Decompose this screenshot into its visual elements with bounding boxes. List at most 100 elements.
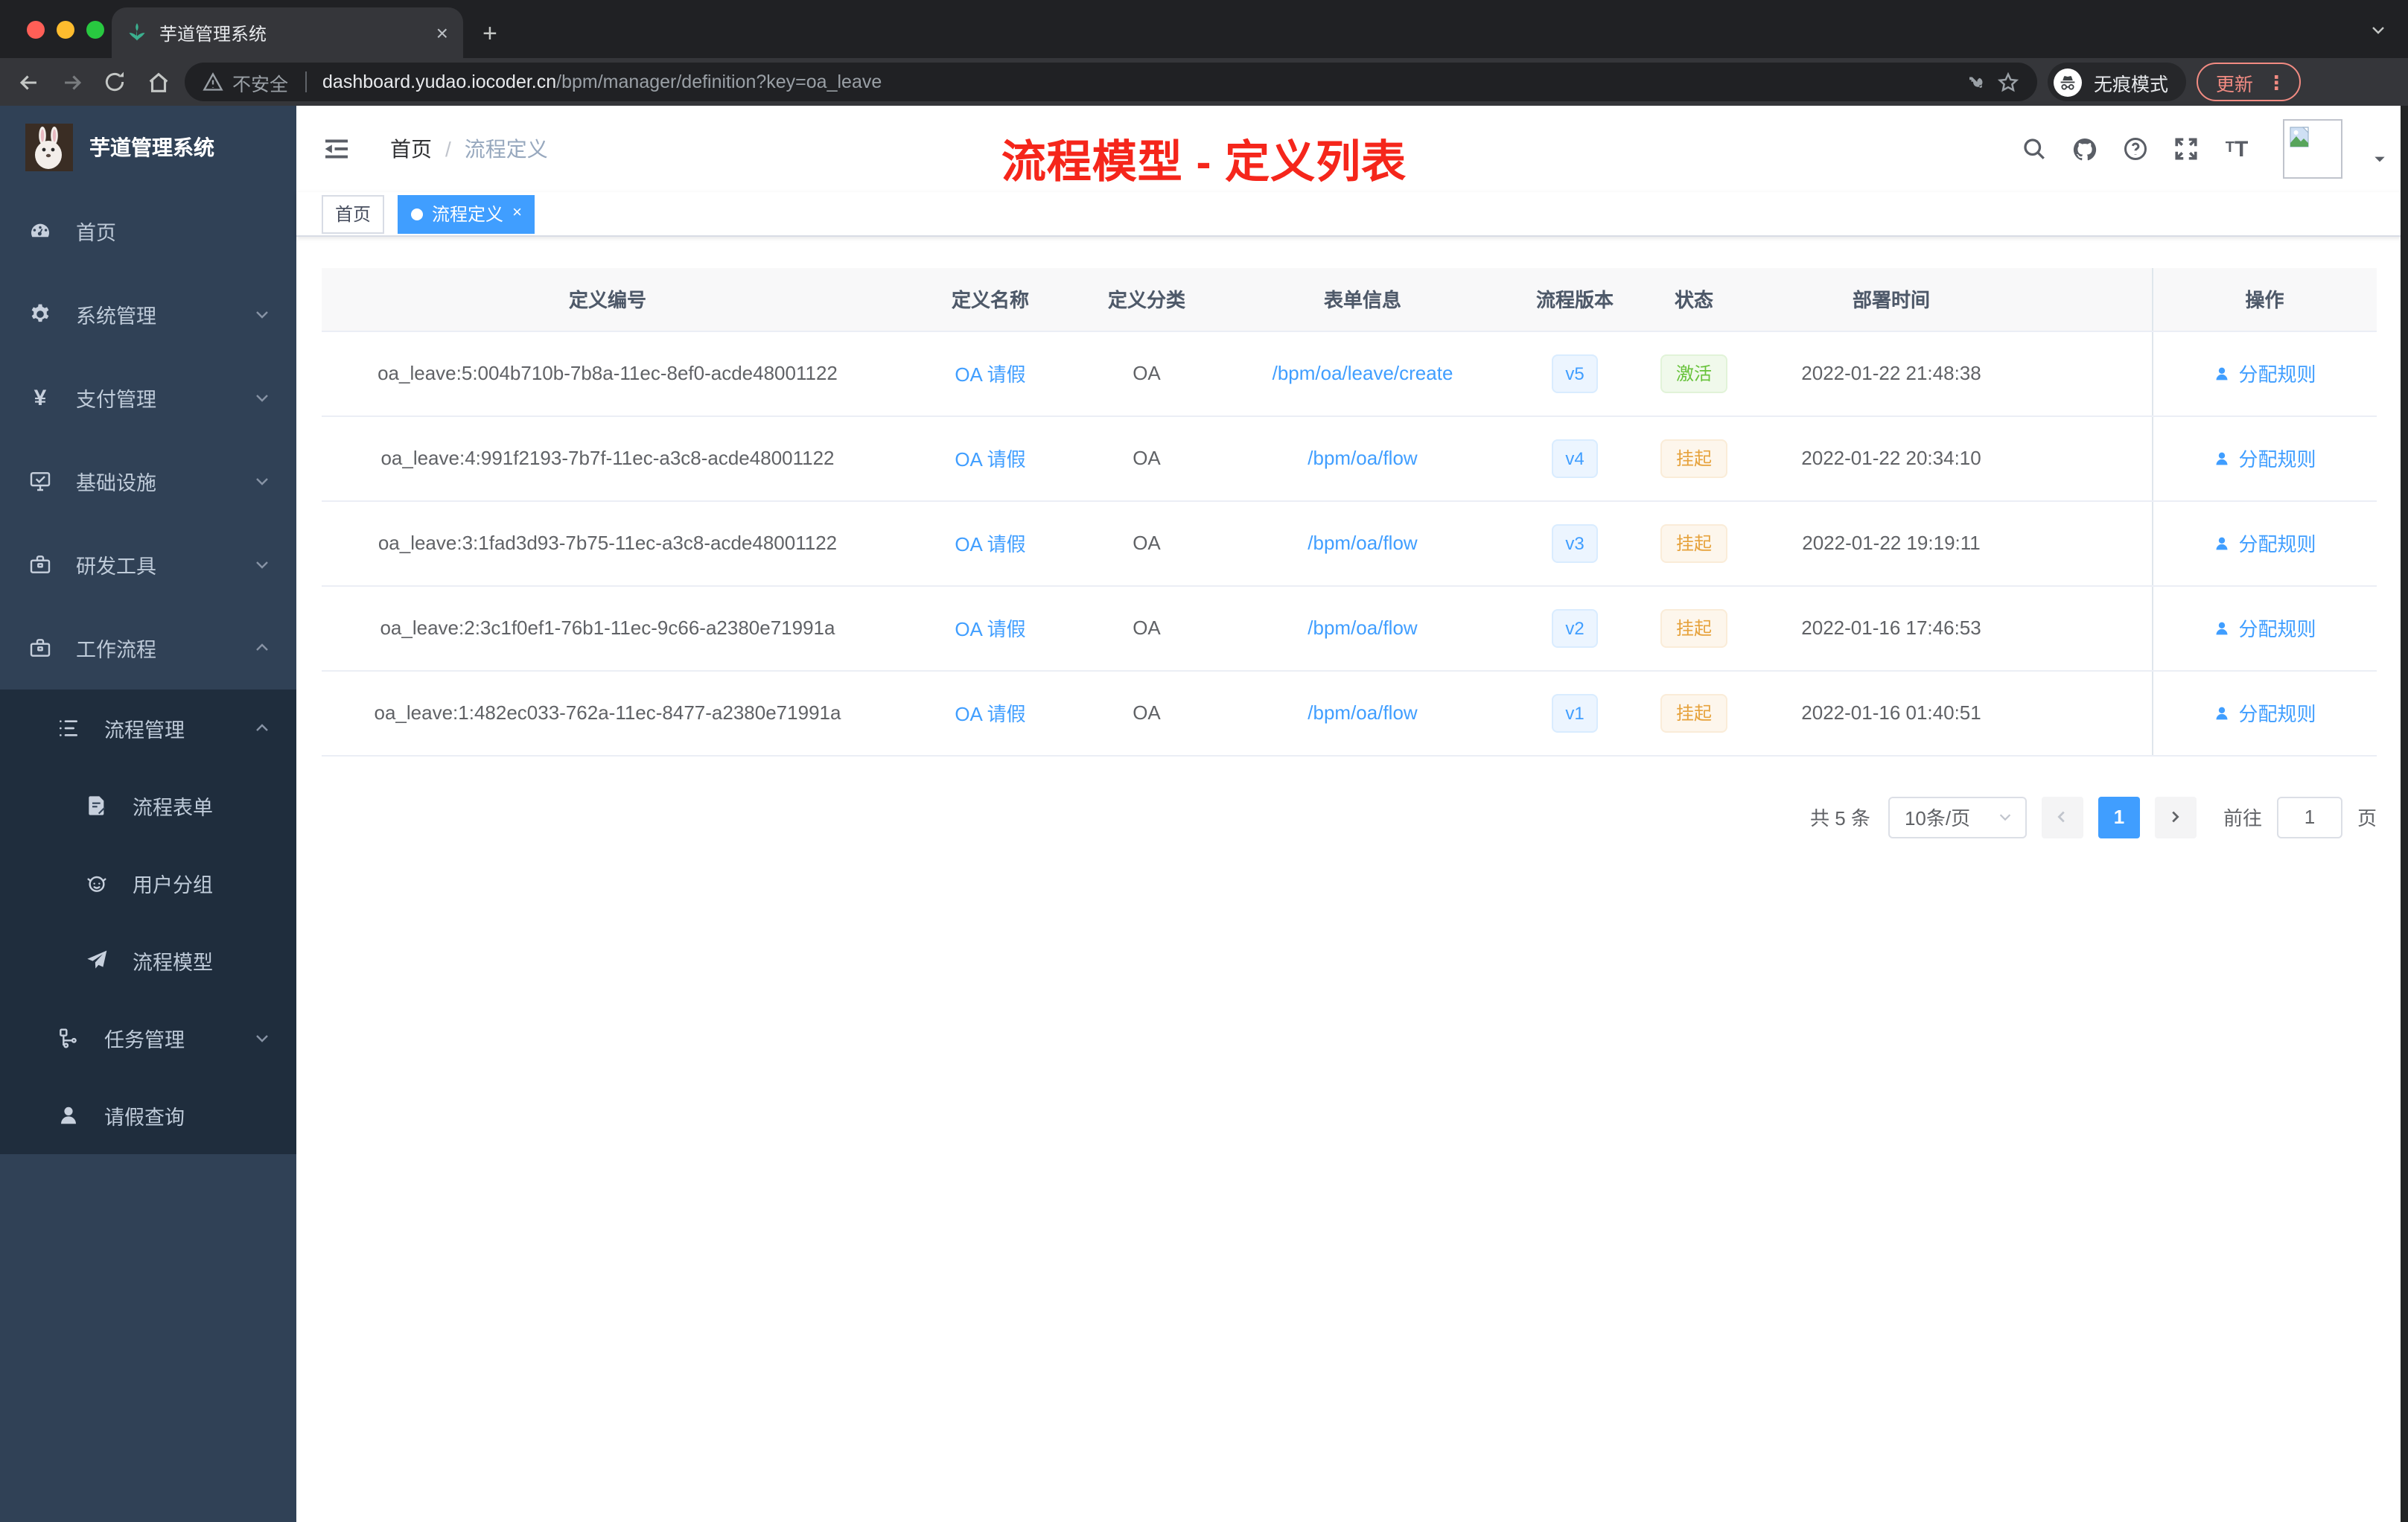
form-link[interactable]: /bpm/oa/flow	[1307, 447, 1417, 469]
forward-icon[interactable]	[55, 66, 88, 98]
page-number-button[interactable]: 1	[2098, 796, 2140, 838]
chevron-right-icon	[2173, 811, 2180, 823]
form-link[interactable]: /bpm/oa/leave/create	[1273, 362, 1453, 384]
browser-menu-dots-icon[interactable]: ⋮	[2267, 72, 2286, 92]
assign-rule-button[interactable]: 分配规则	[2213, 614, 2316, 642]
sidebar-item-leave-query[interactable]: 请假查询	[0, 1077, 296, 1154]
version-badge: v3	[1552, 523, 1598, 562]
new-tab-button[interactable]: +	[482, 21, 497, 46]
not-secure-label[interactable]: 不安全	[232, 68, 288, 96]
sidebar-item-label: 工作流程	[76, 639, 156, 661]
bookmark-star-icon[interactable]	[1997, 71, 2019, 93]
definition-name-link[interactable]: OA 请假	[955, 703, 1025, 725]
sidebar-item-label: 基础设施	[76, 472, 156, 494]
font-size-icon[interactable]: TT	[2223, 136, 2250, 162]
monitor-icon	[28, 469, 52, 493]
definition-name-link[interactable]: OA 请假	[955, 448, 1025, 471]
browser-tab[interactable]: 芋道管理系统 ×	[112, 7, 463, 58]
assign-rule-button[interactable]: 分配规则	[2213, 529, 2316, 557]
assign-rule-button[interactable]: 分配规则	[2213, 444, 2316, 472]
sidebar-item-task-management[interactable]: 任务管理	[0, 999, 296, 1077]
close-tab-icon[interactable]: ×	[436, 22, 448, 43]
fullscreen-icon[interactable]	[2173, 136, 2200, 162]
assign-rule-button[interactable]: 分配规则	[2213, 359, 2316, 387]
assign-rule-button[interactable]: 分配规则	[2213, 698, 2316, 727]
password-key-icon[interactable]	[1966, 71, 1988, 93]
chevron-down-icon	[253, 555, 271, 573]
org-tree-icon	[57, 1026, 80, 1050]
maximize-window-button[interactable]	[86, 21, 104, 39]
definition-name-link[interactable]: OA 请假	[955, 618, 1025, 640]
definition-name-link[interactable]: OA 请假	[955, 363, 1025, 386]
sidebar-item-process-management[interactable]: 流程管理	[0, 690, 296, 767]
sidebar-item-system[interactable]: 系统管理	[0, 273, 296, 356]
definition-id: oa_leave:1:482ec033-762a-11ec-8477-a2380…	[322, 670, 894, 756]
tag-process-definition[interactable]: 流程定义 ×	[398, 194, 535, 233]
form-link[interactable]: /bpm/oa/flow	[1307, 617, 1417, 639]
chevron-up-icon	[253, 639, 271, 657]
url-text[interactable]: dashboard.yudao.iocoder.cn/bpm/manager/d…	[322, 71, 882, 92]
browser-tab-strip: 芋道管理系统 × +	[0, 0, 2408, 58]
sidebar-item-label: 研发工具	[76, 555, 156, 578]
breadcrumb-home[interactable]: 首页	[390, 134, 432, 164]
next-page-button[interactable]	[2154, 796, 2197, 838]
workflow-submenu: 流程管理 流程表单 用户分组 流程模型 任务管理 请假查询	[0, 690, 296, 1154]
definition-id: oa_leave:3:1fad3d93-7b75-11ec-a3c8-acde4…	[322, 500, 894, 586]
sidebar: 芋道管理系统 首页 系统管理 ¥ 支付管理 基础设施 研发工具 工作流程 流程管…	[0, 106, 296, 1522]
user-icon	[2216, 706, 2228, 719]
close-tag-icon[interactable]: ×	[512, 205, 522, 222]
sidebar-item-process-form[interactable]: 流程表单	[0, 767, 296, 844]
app-page: 芋道管理系统 首页 系统管理 ¥ 支付管理 基础设施 研发工具 工作流程 流程管…	[0, 106, 2408, 1522]
sidebar-item-payment[interactable]: ¥ 支付管理	[0, 356, 296, 439]
chevron-down-icon	[253, 1029, 271, 1047]
definition-category: OA	[1087, 585, 1206, 671]
sidebar-item-dev-tools[interactable]: 研发工具	[0, 523, 296, 606]
home-icon[interactable]	[141, 66, 174, 98]
address-bar[interactable]: 不安全 dashboard.yudao.iocoder.cn/bpm/manag…	[185, 63, 2037, 101]
url-domain: dashboard.yudao.iocoder.cn	[322, 71, 557, 92]
version-badge: v4	[1552, 439, 1598, 477]
sidebar-item-user-group[interactable]: 用户分组	[0, 844, 296, 922]
definition-name-link[interactable]: OA 请假	[955, 533, 1025, 555]
avatar-dropdown-caret-icon[interactable]	[2372, 147, 2387, 174]
sidebar-item-process-model[interactable]: 流程模型	[0, 922, 296, 999]
goto-label: 前往	[2223, 807, 2262, 830]
page-size-select[interactable]: 10条/页	[1888, 796, 2027, 838]
reload-icon[interactable]	[98, 66, 131, 98]
table-row: oa_leave:4:991f2193-7b7f-11ec-a3c8-acde4…	[322, 415, 2377, 501]
tag-home[interactable]: 首页	[322, 194, 385, 233]
sidebar-item-infrastructure[interactable]: 基础设施	[0, 439, 296, 523]
window-controls[interactable]	[27, 21, 104, 39]
back-icon[interactable]	[12, 66, 45, 98]
github-icon[interactable]	[2071, 136, 2098, 162]
tab-search-chevron-icon[interactable]	[2369, 19, 2387, 46]
form-link[interactable]: /bpm/oa/flow	[1307, 532, 1417, 554]
table-row: oa_leave:2:3c1f0ef1-76b1-11ec-9c66-a2380…	[322, 585, 2377, 671]
deploy-time: 2022-01-16 17:46:53	[1757, 585, 2025, 671]
hamburger-icon[interactable]	[322, 134, 351, 164]
sidebar-item-home[interactable]: 首页	[0, 189, 296, 273]
favicon-plant-icon	[127, 22, 147, 43]
browser-update-button[interactable]: 更新 ⋮	[2197, 63, 2302, 101]
deploy-time: 2022-01-22 20:34:10	[1757, 415, 2025, 501]
help-icon[interactable]	[2122, 136, 2149, 162]
goto-page-input[interactable]	[2276, 796, 2342, 838]
app-logo-row[interactable]: 芋道管理系统	[0, 110, 296, 185]
minimize-window-button[interactable]	[57, 21, 74, 39]
chevron-left-icon	[2058, 811, 2065, 823]
prev-page-button[interactable]	[2041, 796, 2083, 838]
col-definition-category: 定义分类	[1087, 268, 1206, 331]
form-link[interactable]: /bpm/oa/flow	[1307, 701, 1417, 724]
user-icon	[2216, 366, 2228, 380]
page-size-value: 10条/页	[1904, 807, 1971, 830]
search-icon[interactable]	[2021, 136, 2048, 162]
table-header-row: 定义编号 定义名称 定义分类 表单信息 流程版本 状态 部署时间 操作	[322, 268, 2377, 331]
definition-category: OA	[1087, 415, 1206, 501]
close-window-button[interactable]	[27, 21, 45, 39]
col-status: 状态	[1631, 268, 1757, 331]
update-label[interactable]: 更新	[2216, 68, 2253, 96]
browser-scrollbar[interactable]	[2401, 106, 2408, 1522]
sidebar-item-workflow[interactable]: 工作流程	[0, 606, 296, 690]
avatar[interactable]	[2283, 119, 2342, 179]
table-row: oa_leave:5:004b710b-7b8a-11ec-8ef0-acde4…	[322, 331, 2377, 416]
